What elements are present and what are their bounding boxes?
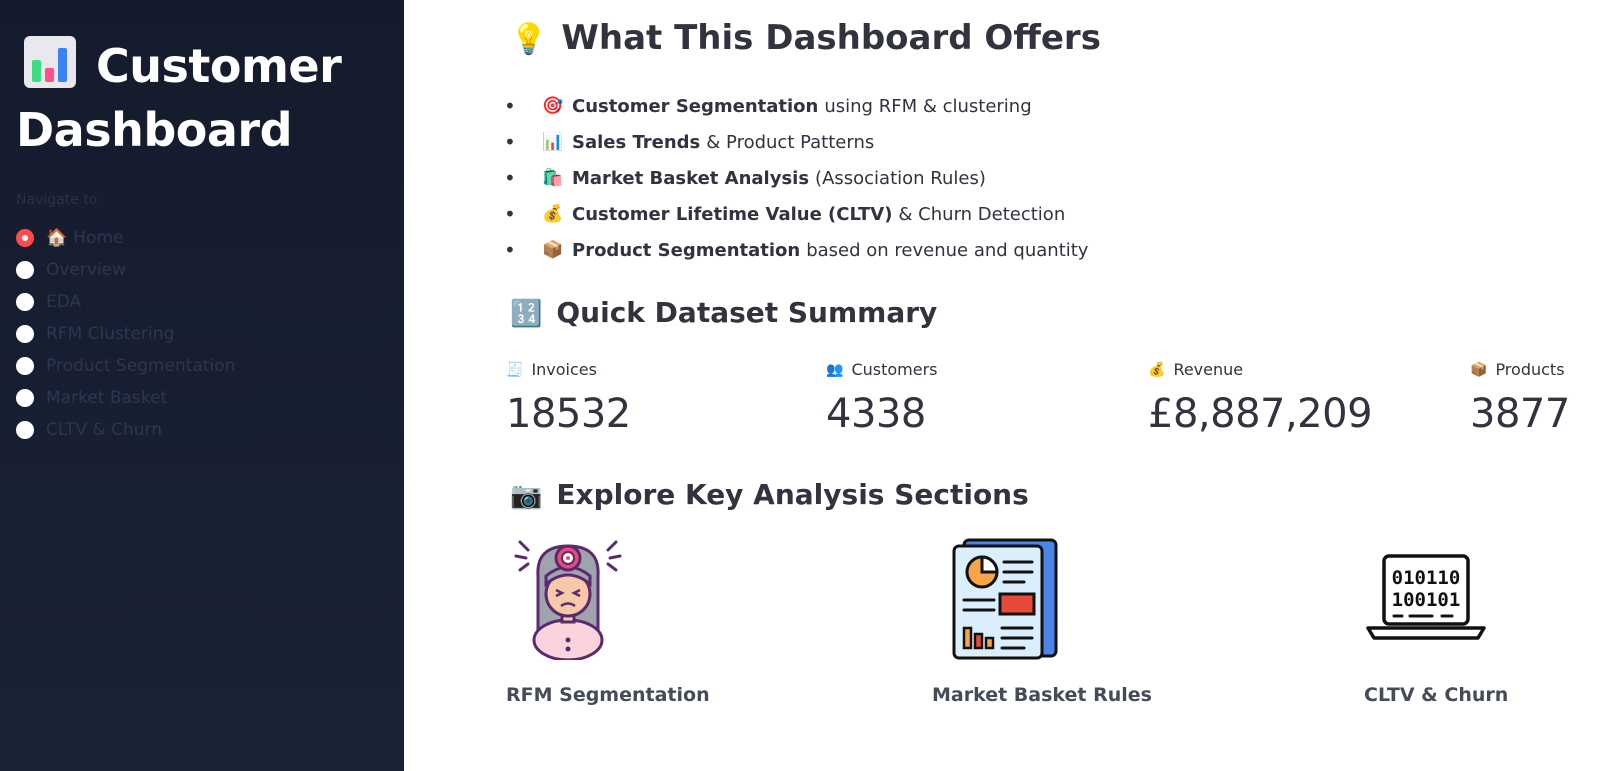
- metric-value: 3877: [1470, 391, 1570, 437]
- item-text: based on revenue and quantity: [806, 239, 1089, 261]
- nav-item-market-basket[interactable]: Market Basket: [16, 382, 388, 414]
- radio[interactable]: [16, 325, 34, 343]
- card-cltv-churn[interactable]: 010110 100101 CLTV & Churn: [1364, 536, 1508, 706]
- money-bag-icon: 💰: [542, 204, 564, 224]
- item-text: & Churn Detection: [898, 203, 1066, 225]
- radio[interactable]: [16, 293, 34, 311]
- app-title-line2: Dashboard: [16, 103, 293, 157]
- target-icon: 🎯: [542, 96, 564, 116]
- nav-item-label: EDA: [46, 292, 82, 312]
- card-caption: RFM Segmentation: [506, 684, 710, 706]
- explore-heading: 📷 Explore Key Analysis Sections: [510, 478, 1029, 511]
- item-bold: Customer Segmentation: [572, 95, 819, 117]
- package-icon: 📦: [1470, 361, 1488, 378]
- house-icon: 🏠: [46, 228, 68, 248]
- nav-item-label: Home: [73, 228, 124, 248]
- card-rfm-segmentation[interactable]: RFM Segmentation: [506, 536, 710, 706]
- card-caption: Market Basket Rules: [932, 684, 1152, 706]
- offers-heading-text: What This Dashboard Offers: [561, 18, 1101, 58]
- money-bag-icon: 💰: [1148, 361, 1166, 378]
- nav-item-cltv-churn[interactable]: CLTV & Churn: [16, 414, 388, 446]
- metric-label: Products: [1495, 360, 1565, 379]
- item-bold: Product Segmentation: [572, 239, 801, 261]
- receipt-icon: 🧾: [506, 361, 524, 378]
- nav-item-overview[interactable]: Overview: [16, 254, 388, 286]
- svg-text:010110: 010110: [1392, 567, 1461, 589]
- offers-list: • 🎯 Customer Segmentation using RFM & cl…: [504, 88, 1088, 268]
- bar-chart-icon: [24, 36, 76, 88]
- radio[interactable]: [16, 357, 34, 375]
- sidebar: Customer Dashboard Navigate to 🏠 Home Ov…: [0, 0, 404, 771]
- item-bold: Market Basket Analysis: [572, 167, 810, 189]
- package-icon: 📦: [542, 240, 564, 260]
- metric-value: 18532: [506, 391, 631, 437]
- list-item: • 📦 Product Segmentation based on revenu…: [504, 232, 1088, 268]
- binary-laptop-icon: 010110 100101: [1366, 554, 1486, 640]
- numbers-icon: 🔢: [510, 299, 543, 329]
- app-title-line1: Customer: [96, 39, 342, 93]
- nav-item-label: Product Segmentation: [46, 356, 236, 376]
- bullet: •: [504, 94, 516, 118]
- list-item: • 📊 Sales Trends & Product Patterns: [504, 124, 1088, 160]
- summary-heading: 🔢 Quick Dataset Summary: [510, 296, 937, 329]
- people-icon: 👥: [826, 361, 844, 378]
- metric-label: Invoices: [531, 360, 597, 379]
- metric-label: Revenue: [1173, 360, 1244, 379]
- metric-products: 📦 Products 3877: [1470, 360, 1570, 437]
- bullet: •: [504, 166, 516, 190]
- nav-item-label: Overview: [46, 260, 127, 280]
- bullet: •: [504, 238, 516, 262]
- list-item: • 🎯 Customer Segmentation using RFM & cl…: [504, 88, 1088, 124]
- summary-heading-text: Quick Dataset Summary: [556, 296, 938, 329]
- item-bold: Customer Lifetime Value (CLTV): [572, 203, 893, 225]
- svg-text:100101: 100101: [1392, 589, 1461, 611]
- item-text: (Association Rules): [815, 167, 986, 189]
- metric-value: £8,887,209: [1148, 391, 1373, 437]
- item-text: using RFM & clustering: [824, 95, 1032, 117]
- bullet: •: [504, 202, 516, 226]
- metric-invoices: 🧾 Invoices 18532: [506, 360, 631, 437]
- radio-selected[interactable]: [16, 229, 34, 247]
- explore-heading-text: Explore Key Analysis Sections: [556, 478, 1029, 511]
- app-title: Customer Dashboard: [16, 34, 388, 162]
- item-text: & Product Patterns: [706, 131, 875, 153]
- card-market-basket-rules[interactable]: Market Basket Rules: [932, 536, 1152, 706]
- lightbulb-icon: 💡: [510, 22, 548, 57]
- nav-item-home[interactable]: 🏠 Home: [16, 222, 388, 254]
- bullet: •: [504, 130, 516, 154]
- shopping-bags-icon: 🛍️: [542, 168, 564, 188]
- nav-radio-group: 🏠 Home Overview EDA RFM Clustering Produ…: [16, 222, 388, 446]
- nav-item-rfm-clustering[interactable]: RFM Clustering: [16, 318, 388, 350]
- nav-item-product-segmentation[interactable]: Product Segmentation: [16, 350, 388, 382]
- card-caption: CLTV & Churn: [1364, 684, 1509, 706]
- list-item: • 💰 Customer Lifetime Value (CLTV) & Chu…: [504, 196, 1088, 232]
- radio[interactable]: [16, 421, 34, 439]
- nav-item-eda[interactable]: EDA: [16, 286, 388, 318]
- nav-label: Navigate to: [16, 192, 98, 208]
- bar-chart-icon: 📊: [542, 132, 564, 152]
- report-document-icon: [952, 538, 1058, 660]
- metric-label: Customers: [851, 360, 938, 379]
- radio[interactable]: [16, 389, 34, 407]
- list-item: • 🛍️ Market Basket Analysis (Association…: [504, 160, 1088, 196]
- nav-item-label: Market Basket: [46, 388, 168, 408]
- metric-revenue: 💰 Revenue £8,887,209: [1148, 360, 1373, 437]
- stressed-person-target-icon: [514, 540, 622, 662]
- main-content: 💡 What This Dashboard Offers • 🎯 Customer…: [404, 0, 1614, 771]
- offers-heading: 💡 What This Dashboard Offers: [510, 18, 1101, 58]
- nav-item-label: RFM Clustering: [46, 324, 175, 344]
- camera-icon: 📷: [510, 481, 543, 511]
- item-bold: Sales Trends: [572, 131, 701, 153]
- nav-item-label: CLTV & Churn: [46, 420, 162, 440]
- metric-customers: 👥 Customers 4338: [826, 360, 938, 437]
- radio[interactable]: [16, 261, 34, 279]
- metric-value: 4338: [826, 391, 926, 437]
